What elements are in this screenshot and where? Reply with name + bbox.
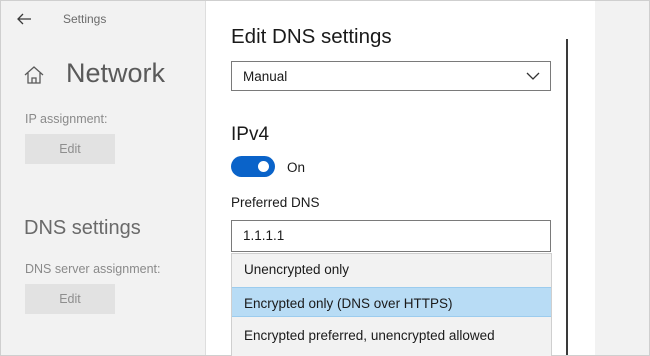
preferred-dns-value: 1.1.1.1	[243, 228, 285, 243]
option-label: Unencrypted only	[244, 262, 350, 277]
encryption-option-encrypted-preferred[interactable]: Encrypted preferred, unencrypted allowed	[232, 320, 551, 349]
dns-encryption-dropdown: Unencrypted only Encrypted only (DNS ove…	[231, 253, 552, 356]
ip-assignment-label: IP assignment:	[25, 112, 108, 126]
ipv4-toggle-state: On	[287, 160, 306, 175]
arrow-left-icon[interactable]	[15, 10, 33, 28]
dns-mode-value: Manual	[243, 69, 288, 84]
dns-settings-heading: DNS settings	[24, 217, 141, 239]
dialog-title: Edit DNS settings	[231, 25, 392, 48]
option-label: Encrypted preferred, unencrypted allowed	[244, 328, 495, 343]
dns-edit-button[interactable]: Edit	[25, 284, 115, 314]
ipv4-heading: IPv4	[231, 124, 270, 145]
scrollbar[interactable]	[566, 39, 568, 355]
preferred-dns-label: Preferred DNS	[231, 195, 320, 210]
page-title: Network	[66, 58, 166, 88]
edit-dns-dialog: Edit DNS settings Manual IPv4 On Preferr…	[205, 1, 596, 356]
dns-server-assignment-label: DNS server assignment:	[25, 262, 161, 276]
toggle-knob	[258, 161, 269, 172]
window-title: Settings	[63, 12, 107, 26]
settings-left-pane: Settings Network IP assignment: Edit DNS…	[1, 1, 205, 355]
ip-edit-button[interactable]: Edit	[25, 134, 115, 164]
ipv4-toggle[interactable]	[231, 156, 275, 177]
encryption-option-encrypted-only[interactable]: Encrypted only (DNS over HTTPS)	[232, 287, 551, 317]
dns-mode-select[interactable]: Manual	[231, 61, 551, 91]
encryption-option-unencrypted[interactable]: Unencrypted only	[232, 254, 551, 283]
home-icon[interactable]	[23, 64, 45, 86]
option-label: Encrypted only (DNS over HTTPS)	[244, 296, 453, 311]
chevron-down-icon	[526, 72, 540, 80]
right-background	[595, 1, 649, 355]
